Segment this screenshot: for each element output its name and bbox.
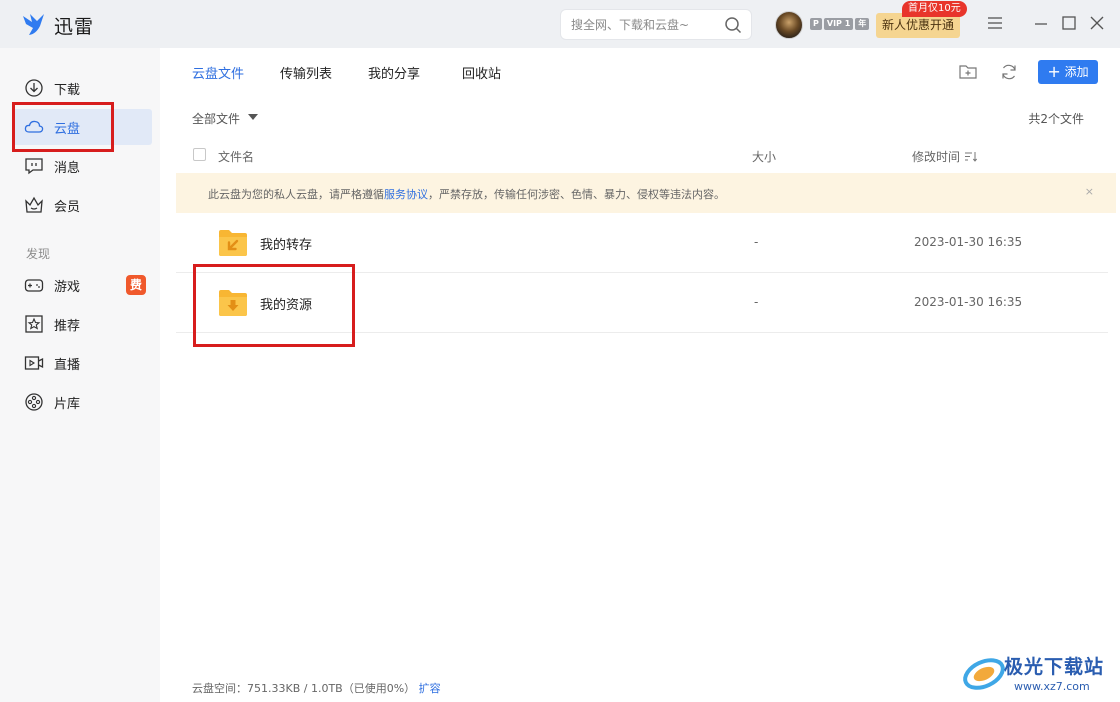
all-files-filter[interactable]: 全部文件: [192, 110, 240, 127]
search-box[interactable]: [560, 9, 752, 40]
close-icon[interactable]: [1087, 13, 1107, 33]
sidebar-item-recommend[interactable]: 推荐: [12, 306, 152, 342]
sidebar-item-cloud[interactable]: 云盘: [12, 109, 152, 145]
vip-badge-level: VIP 1: [823, 18, 854, 30]
title-bar: 迅雷 P VIP 1 年 新人优惠开通 首月仅10元: [0, 0, 1120, 48]
sidebar-item-label: 会员: [54, 200, 81, 215]
notice-suffix: ，严禁存放，传输任何涉密、色情、暴力、侵权等违法内容。: [428, 188, 725, 201]
vip-badge-year: 年: [855, 18, 870, 30]
gamepad-icon: [24, 279, 44, 292]
vip-badge-p: P: [810, 18, 822, 30]
maximize-icon[interactable]: [1059, 13, 1079, 33]
sort-icon[interactable]: [965, 151, 977, 162]
sidebar-item-label: 推荐: [54, 319, 81, 334]
privacy-notice-banner: 此云盘为您的私人云盘，请严格遵循服务协议，严禁存放，传输任何涉密、色情、暴力、侵…: [176, 173, 1116, 213]
add-button-label: 添加: [1064, 65, 1089, 79]
add-button[interactable]: + 添加: [1038, 60, 1098, 84]
vip-badge: P VIP 1 年: [810, 18, 870, 30]
film-reel-icon: [25, 393, 43, 411]
refresh-icon[interactable]: [999, 62, 1019, 82]
column-header-modified[interactable]: 修改时间: [912, 148, 960, 165]
sidebar-item-live[interactable]: 直播: [12, 345, 152, 381]
tab-transfer-list[interactable]: 传输列表: [280, 63, 332, 82]
file-size: -: [754, 235, 759, 249]
sidebar-item-label: 云盘: [54, 122, 81, 137]
download-icon: [25, 79, 43, 97]
file-name[interactable]: 我的资源: [260, 294, 312, 313]
tab-my-shares[interactable]: 我的分享: [368, 63, 420, 82]
live-icon: [24, 356, 44, 370]
cloud-icon: [24, 120, 44, 133]
sidebar-item-membership[interactable]: 会员: [12, 187, 152, 223]
menu-icon[interactable]: [985, 13, 1005, 33]
select-all-checkbox[interactable]: [193, 148, 206, 161]
table-row[interactable]: 我的资源 - 2023-01-30 16:35: [176, 273, 1108, 333]
service-agreement-link[interactable]: 服务协议: [384, 188, 428, 201]
sidebar-item-label: 下载: [54, 83, 81, 98]
message-icon: [25, 158, 43, 175]
minimize-icon[interactable]: [1031, 13, 1051, 33]
notice-prefix: 此云盘为您的私人云盘，请严格遵循: [208, 188, 384, 201]
storage-usage: 云盘空间：751.33KB / 1.0TB（已使用0%） 扩容: [192, 680, 441, 696]
discover-section-label: 发现: [26, 247, 51, 261]
file-size: -: [754, 295, 759, 309]
avatar[interactable]: [775, 11, 803, 39]
file-count: 共2个文件: [1028, 112, 1084, 126]
search-icon[interactable]: [724, 16, 742, 34]
watermark-url: www.xz7.com: [1014, 680, 1090, 693]
tab-recycle-bin[interactable]: 回收站: [462, 63, 501, 82]
table-row[interactable]: 我的转存 - 2023-01-30 16:35: [176, 213, 1108, 273]
notice-text: 此云盘为您的私人云盘，请严格遵循服务协议，严禁存放，传输任何涉密、色情、暴力、侵…: [208, 186, 725, 202]
sidebar-item-download[interactable]: 下载: [12, 70, 152, 106]
sidebar-item-messages[interactable]: 消息: [12, 148, 152, 184]
search-input[interactable]: [571, 16, 721, 34]
file-modified-time: 2023-01-30 16:35: [914, 235, 1023, 249]
sidebar-item-label: 游戏: [54, 280, 81, 295]
storage-label: 云盘空间：751.33KB / 1.0TB（已使用0%）: [192, 682, 416, 695]
folder-resources-icon: [219, 290, 247, 316]
watermark-text: 极光下载站: [1004, 656, 1105, 678]
sidebar-item-label: 直播: [54, 358, 81, 373]
plus-icon: +: [1047, 62, 1061, 81]
sidebar-item-library[interactable]: 片库: [12, 384, 152, 420]
new-folder-icon[interactable]: [958, 62, 978, 82]
folder-saved-icon: [219, 230, 247, 256]
file-name[interactable]: 我的转存: [260, 234, 312, 253]
promo-tag: 首月仅10元: [902, 1, 967, 17]
fee-badge: 费: [126, 275, 146, 295]
chevron-down-icon[interactable]: [248, 114, 258, 120]
tab-cloud-files[interactable]: 云盘文件: [192, 63, 244, 82]
column-header-name[interactable]: 文件名: [218, 148, 254, 165]
notice-close-icon[interactable]: ×: [1085, 185, 1094, 198]
crown-icon: [25, 196, 43, 213]
xunlei-logo-icon: [23, 14, 44, 35]
star-icon: [25, 315, 43, 333]
file-modified-time: 2023-01-30 16:35: [914, 295, 1023, 309]
column-header-size[interactable]: 大小: [752, 148, 776, 165]
sidebar-item-label: 片库: [54, 397, 81, 412]
app-title: 迅雷: [54, 16, 95, 38]
table-header: 文件名 大小 修改时间: [176, 142, 1108, 170]
sidebar-item-label: 消息: [54, 161, 81, 176]
expand-storage-link[interactable]: 扩容: [419, 682, 441, 695]
